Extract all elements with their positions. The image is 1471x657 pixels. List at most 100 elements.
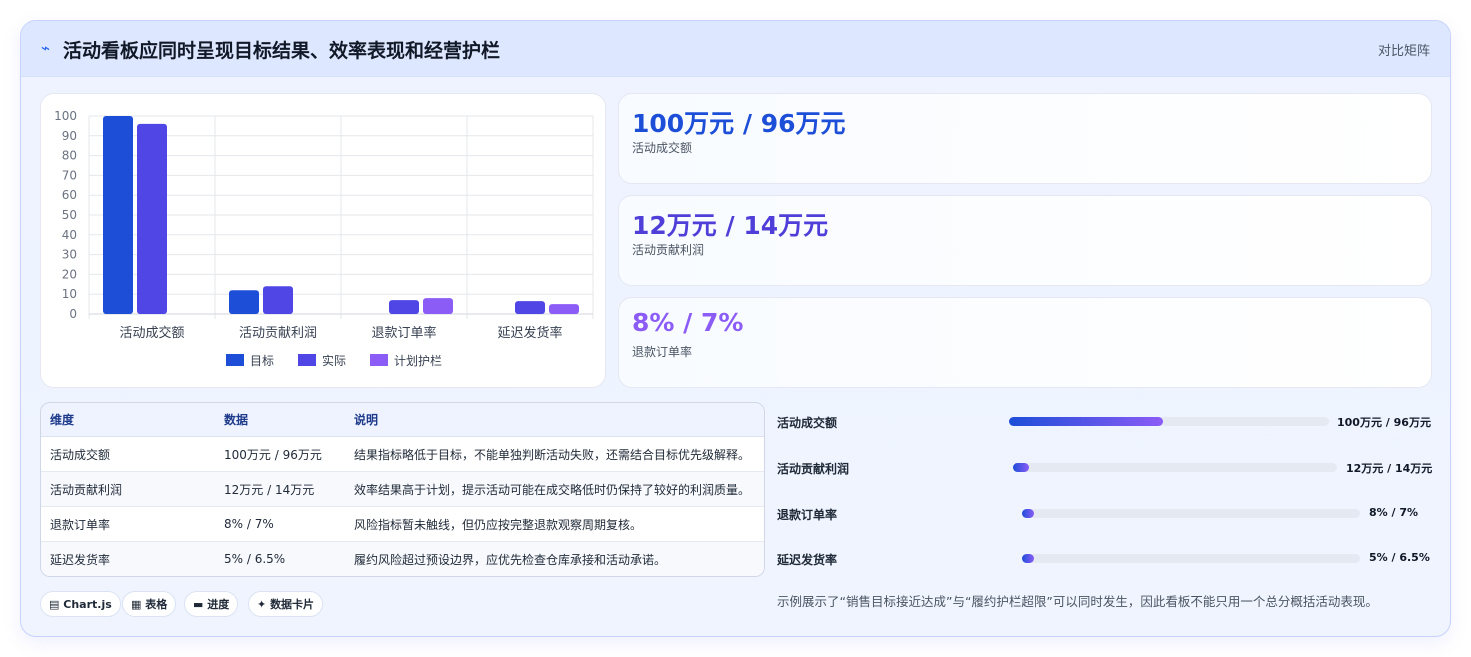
kpi-card-refund: 8% / 7% 退款订单率 [618, 297, 1432, 388]
table-cell: 5% / 6.5% [215, 541, 345, 576]
table-cell: 12万元 / 14万元 [215, 471, 345, 507]
progress-row: 退款订单率 8% / 7% [777, 503, 1433, 523]
y-tick-label: 100 [54, 109, 77, 123]
chart-icon: ▤ [49, 598, 60, 611]
page-title: 活动看板应同时呈现目标结果、效率表现和经营护栏 [63, 40, 501, 62]
progress-value: 5% / 6.5% [1369, 551, 1430, 564]
progress-label: 活动成交额 [777, 416, 838, 430]
kpi-label: 活动贡献利润 [632, 243, 705, 257]
tag-label: 进度 [207, 598, 230, 611]
table-header-row: 维度 数据 说明 [41, 403, 764, 437]
table-cell: 退款订单率 [41, 506, 215, 542]
dashboard-card: ⌁ 活动看板应同时呈现目标结果、效率表现和经营护栏 对比矩阵 0 10 20 30 40… [20, 20, 1451, 637]
progress-fill [1013, 463, 1030, 472]
y-tick-label: 70 [62, 168, 77, 182]
y-tick-label: 80 [62, 149, 77, 163]
legend-swatch [226, 354, 244, 366]
x-tick-label: 延迟发货率 [497, 325, 562, 341]
progress-track [1022, 509, 1360, 518]
bar-chart-panel: 0 10 20 30 40 50 60 70 80 90 100 活动成交额 活动贡献利润 退款订单率 延迟… [40, 93, 606, 388]
progress-track [1009, 417, 1329, 426]
progress-row: 活动贡献利润 12万元 / 14万元 [777, 457, 1433, 477]
tag-progress[interactable]: ▬ 进度 [184, 591, 239, 617]
bar-0-1 [137, 123, 167, 314]
table-cell: 活动贡献利润 [41, 471, 215, 507]
tag-table[interactable]: ▦ 表格 [122, 591, 177, 617]
x-tick-label: 活动贡献利润 [239, 326, 317, 341]
kpi-value: 100万元 / 96万元 [632, 109, 846, 138]
table-cell: 履约风险超过预设边界，应优先检查仓库承接和活动承诺。 [345, 541, 764, 576]
legend-label: 实际 [322, 353, 346, 368]
sparkle-icon: ⌁ [41, 39, 51, 57]
bar-2-2 [423, 298, 453, 314]
x-tick-label: 活动成交额 [119, 325, 184, 341]
progress-fill [1022, 554, 1034, 563]
tag-chartjs[interactable]: ▤ Chart.js [40, 591, 121, 617]
table-cell: 8% / 7% [215, 506, 345, 542]
y-tick-label: 40 [62, 228, 77, 242]
progress-row: 延迟发货率 5% / 6.5% [777, 548, 1433, 568]
bar-0-0 [103, 116, 133, 314]
legend-swatch [298, 354, 316, 366]
table-icon: ▦ [131, 598, 142, 611]
kpi-value: 12万元 / 14万元 [632, 211, 829, 240]
table-row: 退款订单率 8% / 7% 风险指标暂未触线，但仍应按完整退款观察周期复核。 [41, 506, 764, 542]
tag-label: 表格 [145, 598, 168, 611]
column-header: 说明 [345, 403, 764, 437]
legend-label: 计划护栏 [394, 353, 442, 368]
progress-fill [1022, 509, 1034, 518]
bar-3-1 [515, 301, 545, 314]
progress-label: 活动贡献利润 [777, 462, 850, 476]
tag-data-card[interactable]: ✦ 数据卡片 [248, 591, 324, 617]
table-cell: 延迟发货率 [41, 541, 215, 576]
tag-label: Chart.js [63, 598, 112, 611]
progress-label: 延迟发货率 [777, 553, 838, 567]
progress-track [1013, 463, 1337, 472]
y-tick-label: 60 [62, 188, 77, 202]
card-header: ⌁ 活动看板应同时呈现目标结果、效率表现和经营护栏 对比矩阵 [21, 21, 1450, 77]
progress-label: 退款订单率 [777, 508, 838, 522]
y-tick-label: 20 [62, 267, 77, 281]
bar-1-1 [263, 286, 293, 314]
y-tick-label: 30 [62, 248, 77, 262]
tag-label: 数据卡片 [270, 598, 315, 611]
progress-value: 8% / 7% [1369, 506, 1419, 519]
table-cell: 效率结果高于计划，提示活动可能在成交略低时仍保持了较好的利润质量。 [345, 471, 764, 507]
column-header: 维度 [41, 403, 215, 437]
progress-track [1022, 554, 1360, 563]
comparison-table-panel: 维度 数据 说明 活动成交额 100万元 / 96万元 结果指标略低于目标，不能… [40, 402, 765, 577]
progress-value: 12万元 / 14万元 [1346, 462, 1433, 475]
progress-icon: ▬ [193, 598, 204, 611]
kpi-value: 8% / 7% [632, 308, 744, 337]
table-cell: 风险指标暂未触线，但仍应按完整退款观察周期复核。 [345, 506, 764, 542]
kpi-card-profit: 12万元 / 14万元 活动贡献利润 [618, 195, 1432, 286]
y-tick-label: 90 [62, 129, 77, 143]
legend-swatch [370, 354, 388, 366]
y-tick-label: 10 [62, 287, 77, 301]
table-cell: 100万元 / 96万元 [215, 436, 345, 472]
bar-1-0 [229, 290, 259, 314]
table-cell: 活动成交额 [41, 436, 215, 472]
progress-value: 100万元 / 96万元 [1337, 416, 1431, 429]
kpi-label: 活动成交额 [632, 141, 693, 155]
table-cell: 结果指标略低于目标，不能单独判断活动失败，还需结合目标优先级解释。 [345, 436, 764, 472]
bar-chart: 0 10 20 30 40 50 60 70 80 90 100 活动成交额 活动贡献利润 退款订单率 延迟… [54, 109, 594, 368]
kpi-card-sales: 100万元 / 96万元 活动成交额 [618, 93, 1432, 184]
footnote: 示例展示了“销售目标接近达成”与“履约护栏超限”可以同时发生，因此看板不能只用一… [777, 594, 1378, 609]
legend-label: 目标 [250, 354, 274, 368]
y-tick-label: 0 [69, 307, 77, 321]
comparison-table: 维度 数据 说明 活动成交额 100万元 / 96万元 结果指标略低于目标，不能… [41, 403, 764, 576]
table-row: 活动成交额 100万元 / 96万元 结果指标略低于目标，不能单独判断活动失败，… [41, 436, 764, 472]
y-tick-label: 50 [62, 208, 77, 222]
header-right-label: 对比矩阵 [1377, 44, 1430, 59]
bar-3-2 [549, 304, 579, 314]
table-row: 活动贡献利润 12万元 / 14万元 效率结果高于计划，提示活动可能在成交略低时… [41, 471, 764, 507]
progress-row: 活动成交额 100万元 / 96万元 [777, 411, 1433, 431]
kpi-label: 退款订单率 [632, 345, 693, 359]
bar-2-1 [389, 300, 419, 314]
column-header: 数据 [215, 403, 345, 437]
card-icon: ✦ [257, 598, 267, 611]
table-row: 延迟发货率 5% / 6.5% 履约风险超过预设边界，应优先检查仓库承接和活动承… [41, 541, 764, 576]
progress-fill [1009, 417, 1163, 426]
x-tick-label: 退款订单率 [371, 325, 436, 341]
